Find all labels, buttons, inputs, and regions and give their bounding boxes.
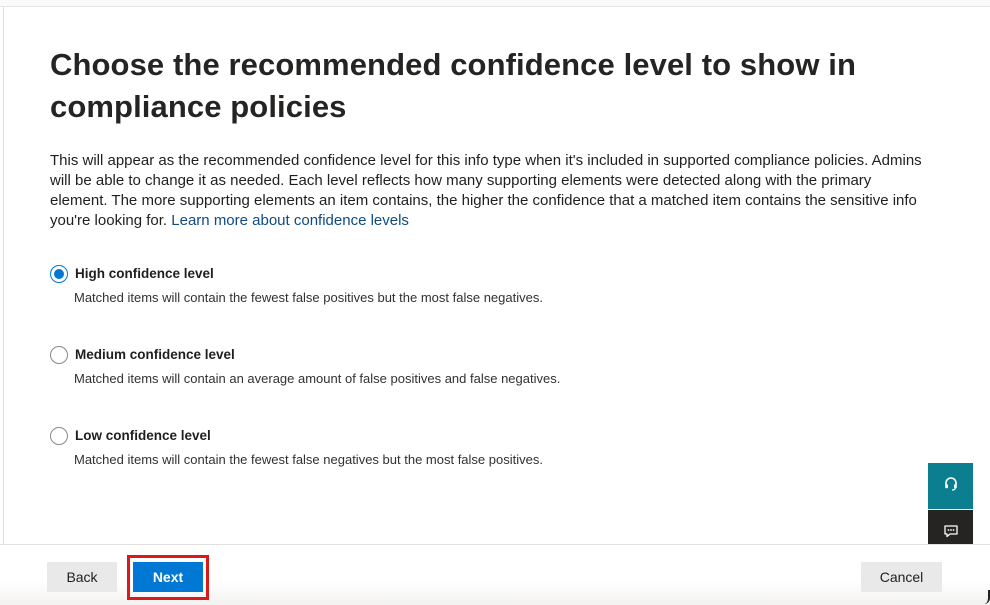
radio-high-confidence[interactable] [50, 265, 68, 283]
confidence-level-radio-group: High confidence level Matched items will… [50, 264, 750, 507]
learn-more-link[interactable]: Learn more about confidence levels [171, 212, 409, 229]
help-button[interactable] [928, 463, 973, 509]
option-low-confidence[interactable]: Low confidence level Matched items will … [50, 426, 750, 507]
headset-icon [943, 476, 959, 497]
wizard-footer: Back Next Cancel [0, 544, 990, 605]
option-high-confidence[interactable]: High confidence level Matched items will… [50, 264, 750, 345]
radio-medium-confidence[interactable] [50, 346, 68, 364]
option-description-medium: Matched items will contain an average am… [74, 371, 561, 386]
option-description-low: Matched items will contain the fewest fa… [74, 452, 543, 467]
back-button[interactable]: Back [47, 562, 117, 592]
left-border [3, 6, 4, 544]
radio-low-confidence[interactable] [50, 427, 68, 445]
top-border [0, 0, 990, 7]
cancel-button[interactable]: Cancel [861, 562, 942, 592]
radio-selected-dot [54, 269, 64, 279]
main-content: Choose the recommended confidence level … [50, 44, 930, 231]
option-description-high: Matched items will contain the fewest fa… [74, 290, 543, 305]
option-label-low[interactable]: Low confidence level [75, 428, 211, 443]
option-label-medium[interactable]: Medium confidence level [75, 347, 235, 362]
option-label-high[interactable]: High confidence level [75, 266, 214, 281]
feedback-icon [943, 523, 959, 544]
next-button[interactable]: Next [133, 562, 203, 592]
page-description: This will appear as the recommended conf… [50, 151, 930, 231]
option-medium-confidence[interactable]: Medium confidence level Matched items wi… [50, 345, 750, 426]
page-title: Choose the recommended confidence level … [50, 47, 856, 124]
